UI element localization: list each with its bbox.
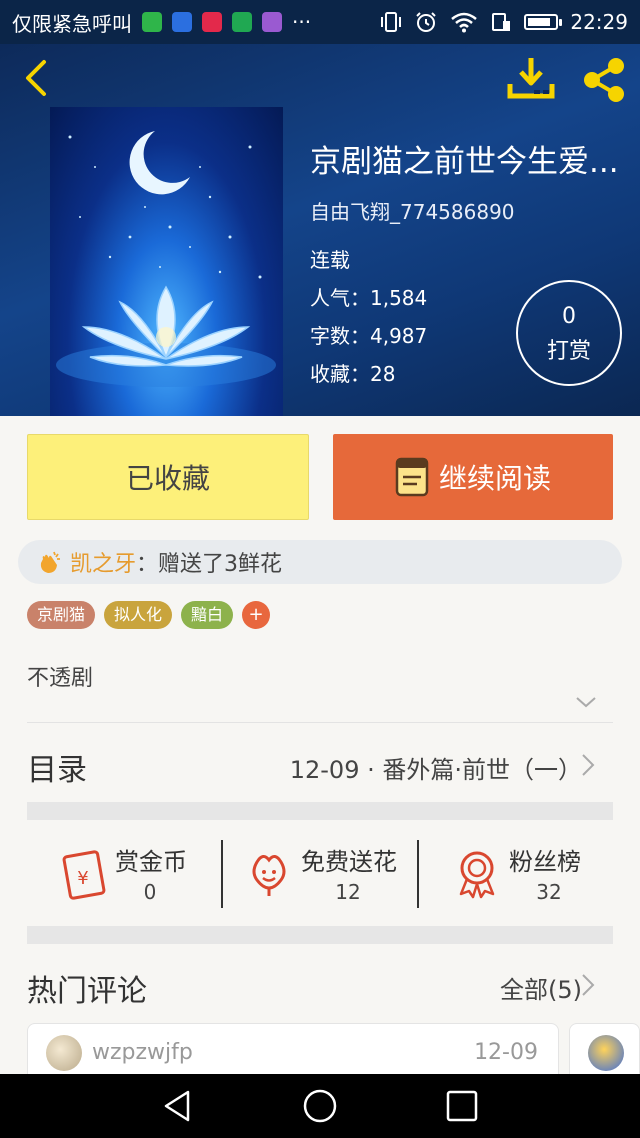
wifi-icon [451, 12, 478, 33]
chevron-down-icon[interactable] [574, 694, 598, 710]
tip-button[interactable]: 0 打赏 [516, 280, 622, 386]
back-icon[interactable] [18, 58, 58, 98]
tip-count: 0 [562, 304, 576, 329]
sim-signal-icon [492, 13, 511, 31]
reward-coins-label: 赏金币 [115, 848, 187, 876]
svg-text:¥: ¥ [77, 868, 88, 889]
baidu-icon [172, 12, 192, 32]
tag-item[interactable]: 拟人化 [104, 601, 173, 629]
book-cover[interactable] [50, 107, 283, 416]
wechat-icon [142, 12, 162, 32]
book-description: 不透剧 [27, 666, 94, 691]
favorited-label: 已收藏 [125, 462, 210, 495]
tag-list: 京剧猫 拟人化 黯白 + [27, 601, 271, 629]
comment-username[interactable]: wzpzwjfp [92, 1040, 193, 1065]
alarm-icon [416, 12, 437, 32]
book-author[interactable]: 自由飞翔_774586890 [310, 196, 515, 225]
book-status: 连载 [310, 248, 350, 272]
section-separator [27, 926, 613, 944]
fans-ranking-value: 32 [536, 880, 562, 904]
favorites-stat: 收藏：28 [310, 362, 396, 386]
section-separator [27, 802, 613, 820]
book-header: 京剧猫之前世今生爱... 自由飞翔_774586890 连载 人气：1,584 … [0, 44, 640, 416]
video-app-icon [202, 12, 222, 32]
gallery-app-icon [262, 12, 282, 32]
popularity-stat: 人气：1,584 [310, 286, 428, 310]
nav-recents-icon[interactable] [444, 1088, 480, 1124]
chevron-right-icon[interactable] [580, 972, 596, 998]
nav-home-icon[interactable] [302, 1088, 338, 1124]
continue-reading-label: 继续阅读 [438, 462, 551, 495]
nav-back-icon[interactable] [160, 1088, 196, 1124]
free-flowers-value: 12 [335, 880, 361, 904]
tag-item[interactable]: 黯白 [181, 601, 234, 629]
share-icon[interactable] [580, 56, 628, 104]
all-comments-link[interactable]: 全部(5) [500, 970, 582, 1005]
battery-icon [524, 14, 563, 30]
gift-notice[interactable]: 凯之牙 ：赠送了3鲜花 [18, 540, 622, 584]
fans-ranking-cell[interactable]: 粉丝榜 32 [451, 836, 611, 912]
fans-ranking-label: 粉丝榜 [509, 848, 581, 876]
avatar[interactable] [46, 1035, 82, 1071]
status-bar: 仅限紧急呼叫 ··· 22:29 [0, 0, 640, 44]
carrier-text: 仅限紧急呼叫 [12, 11, 132, 36]
word-count-stat: 字数：4,987 [310, 324, 428, 348]
divider [27, 722, 613, 723]
tag-item[interactable]: 京剧猫 [27, 601, 96, 629]
avatar[interactable] [588, 1035, 624, 1071]
comment-date: 12-09 [474, 1040, 538, 1065]
more-notifications-icon: ··· [292, 10, 312, 34]
red-envelope-icon: ¥ [62, 850, 106, 900]
clock: 22:29 [570, 10, 628, 34]
gift-sender[interactable]: 凯之牙 [70, 546, 136, 578]
book-title: 京剧猫之前世今生爱... [310, 144, 619, 180]
catalog-label[interactable]: 目录 [27, 745, 87, 789]
continue-reading-button[interactable]: 继续阅读 [333, 434, 613, 520]
chevron-right-icon[interactable] [580, 752, 596, 778]
clap-icon [40, 551, 60, 573]
security-app-icon [232, 12, 252, 32]
free-flowers-cell[interactable]: 免费送花 12 [243, 836, 423, 912]
reward-coins-cell[interactable]: ¥ 赏金币 0 [57, 836, 227, 912]
system-nav-bar [0, 1074, 640, 1138]
stats-separator [417, 840, 419, 908]
tip-label: 打赏 [546, 339, 591, 364]
stats-separator [221, 840, 223, 908]
download-icon[interactable] [506, 56, 556, 102]
free-flowers-label: 免费送花 [301, 848, 397, 876]
reward-coins-value: 0 [143, 880, 157, 904]
favorited-button[interactable]: 已收藏 [27, 434, 309, 520]
hot-comments-title: 热门评论 [27, 974, 147, 1009]
add-tag-button[interactable]: + [242, 601, 271, 629]
stats-row: ¥ 赏金币 0 免费送花 12 粉丝榜 32 [27, 836, 613, 912]
vibrate-icon [381, 12, 402, 32]
medal-icon [459, 851, 495, 899]
flower-icon [252, 855, 286, 896]
latest-chapter[interactable]: 12-09 · 番外篇·前世（一） [290, 750, 582, 785]
book-icon [395, 457, 429, 497]
gift-text: ：赠送了3鲜花 [136, 552, 283, 577]
